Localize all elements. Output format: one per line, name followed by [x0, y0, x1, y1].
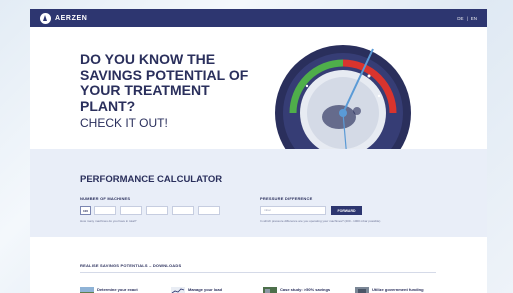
brand-logo[interactable]: AERZEN — [40, 12, 88, 24]
page: AERZEN DE | EN DO YOU KNOW THE SAVINGS P… — [30, 9, 487, 293]
top-navigation-bar: AERZEN DE | EN — [30, 9, 487, 27]
machines-input-3[interactable] — [120, 206, 142, 215]
machines-input-6[interactable] — [198, 206, 220, 215]
performance-calculator: PERFORMANCE CALCULATOR NUMBER OF MACHINE… — [30, 149, 487, 237]
download-item-label: Case study: >50% savings — [280, 287, 331, 292]
aerzen-logo-icon — [40, 12, 51, 24]
language-en-link[interactable]: EN — [471, 16, 477, 21]
download-item-exact[interactable]: Determine your exact — [80, 287, 138, 293]
machines-label: NUMBER OF MACHINES — [80, 196, 131, 201]
building-thumbnail-icon — [355, 287, 369, 293]
forward-button[interactable]: FORWARD — [331, 206, 362, 215]
pressure-label: PRESSURE DIFFERENCE — [260, 196, 313, 201]
machines-input-4[interactable] — [146, 206, 168, 215]
download-item-load[interactable]: Manage your load — [171, 287, 222, 293]
hero-title: DO YOU KNOW THE SAVINGS POTENTIAL OF YOU… — [80, 51, 249, 114]
chart-thumbnail-icon — [171, 287, 185, 293]
landscape-thumbnail-icon — [80, 287, 94, 293]
brand-name: AERZEN — [55, 14, 88, 22]
hero-text: DO YOU KNOW THE SAVINGS POTENTIAL OF YOU… — [80, 51, 260, 130]
download-item-funding[interactable]: Utilize government funding — [355, 287, 424, 293]
download-item-case-study[interactable]: Case study: >50% savings — [263, 287, 330, 293]
pressure-input[interactable]: mbar — [260, 206, 326, 215]
downloads-divider — [80, 272, 436, 273]
hero-section: DO YOU KNOW THE SAVINGS POTENTIAL OF YOU… — [30, 27, 487, 159]
language-de-link[interactable]: DE — [457, 16, 463, 21]
language-switcher: DE | EN — [457, 16, 477, 21]
download-item-label: Utilize government funding — [372, 287, 424, 292]
language-divider: | — [466, 15, 468, 21]
plant-thumbnail-icon — [263, 287, 277, 293]
downloads-section: REALISE SAVINGS POTENTIALS – DOWNLOADS D… — [30, 237, 487, 293]
download-item-label: Determine your exact — [97, 287, 138, 292]
machines-hint: How many machines do you have in total? — [80, 219, 137, 223]
download-item-label: Manage your load — [188, 287, 223, 292]
machines-input-2[interactable] — [94, 206, 116, 215]
hero-cta[interactable]: CHECK IT OUT! — [80, 116, 260, 130]
downloads-heading: REALISE SAVINGS POTENTIALS – DOWNLOADS — [80, 263, 182, 268]
pressure-hint: In which pressure difference are you ope… — [260, 219, 381, 223]
machines-input-1[interactable]: 100 — [80, 206, 91, 215]
calculator-title: PERFORMANCE CALCULATOR — [80, 174, 223, 185]
machines-input-5[interactable] — [172, 206, 194, 215]
